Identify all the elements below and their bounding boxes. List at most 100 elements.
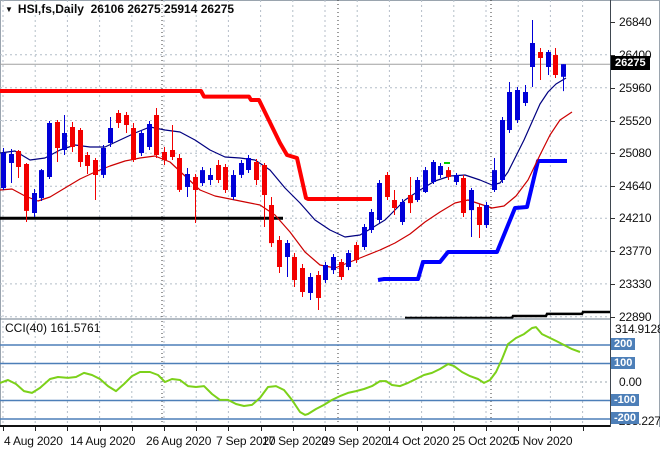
candle-body[interactable]: [538, 52, 543, 58]
candle-body[interactable]: [162, 152, 167, 160]
candle-body[interactable]: [246, 158, 251, 170]
candle-body[interactable]: [262, 165, 267, 195]
current-price-badge: 26275: [611, 56, 650, 70]
candle-body[interactable]: [392, 200, 397, 208]
candle-body[interactable]: [346, 253, 351, 267]
candle-body[interactable]: [177, 158, 182, 190]
candle-body[interactable]: [446, 170, 451, 177]
candle-body[interactable]: [139, 133, 144, 153]
candle-body[interactable]: [323, 265, 328, 280]
candle-body[interactable]: [484, 205, 489, 225]
candle-body[interactable]: [277, 240, 282, 267]
candle-body[interactable]: [400, 202, 405, 222]
blue-step-support-line[interactable]: [377, 159, 567, 282]
candle-body[interactable]: [431, 162, 436, 182]
candle-body[interactable]: [170, 150, 175, 157]
time-axis-tick: [389, 427, 390, 431]
cci-chart-canvas[interactable]: [0, 320, 610, 427]
candle-body[interactable]: [454, 175, 459, 182]
black-support-line-2[interactable]: [405, 310, 610, 320]
candle-body[interactable]: [377, 183, 382, 220]
candle-body[interactable]: [239, 163, 244, 175]
price-axis-tick: [610, 88, 615, 89]
time-axis-label: 26 Aug 2020: [146, 434, 212, 448]
candle-body[interactable]: [93, 160, 98, 175]
candle-body[interactable]: [308, 277, 313, 293]
candle-body[interactable]: [269, 205, 274, 244]
candle-body[interactable]: [362, 227, 367, 247]
candle-body[interactable]: [331, 257, 336, 271]
candle-body[interactable]: [24, 164, 29, 211]
candle-body[interactable]: [339, 262, 344, 277]
price-axis-tick: [610, 284, 615, 285]
candle-body[interactable]: [85, 155, 90, 166]
candle-body[interactable]: [208, 175, 213, 180]
time-axis-tick: [100, 427, 101, 431]
candle-body[interactable]: [101, 148, 106, 175]
candle-body[interactable]: [193, 177, 198, 190]
candle-body[interactable]: [523, 92, 528, 103]
candle-body[interactable]: [216, 165, 221, 180]
candle-body[interactable]: [185, 174, 190, 187]
candle-body[interactable]: [223, 167, 228, 190]
candle-body[interactable]: [507, 92, 512, 130]
candle-body[interactable]: [354, 245, 359, 260]
symbol-dropdown-icon[interactable]: ▼: [5, 5, 13, 14]
candle-body[interactable]: [1, 153, 6, 189]
time-axis[interactable]: 4 Aug 2020 14 Aug 2020 26 Aug 2020 7 Sep 20…: [0, 427, 660, 450]
price-axis-label: 24210: [619, 211, 652, 225]
candle-body[interactable]: [62, 133, 67, 150]
candle-body[interactable]: [108, 128, 113, 143]
candle-body[interactable]: [316, 275, 321, 298]
candle-body[interactable]: [553, 55, 558, 75]
time-axis-label: 5 Nov 2020: [513, 434, 573, 448]
candle-body[interactable]: [154, 115, 159, 155]
candle-body[interactable]: [16, 151, 21, 167]
candle-body[interactable]: [200, 170, 205, 184]
candle-body[interactable]: [500, 120, 505, 180]
candle-body[interactable]: [300, 268, 305, 292]
candle-body[interactable]: [515, 90, 520, 120]
price-axis[interactable]: 26840 26400 25960 25520 25080 24640 24210 23770…: [610, 0, 660, 450]
candle-body[interactable]: [477, 207, 482, 225]
candle-body[interactable]: [9, 154, 14, 163]
chart-window: ▼ HSI,fs,Daily 26106 26275 25914 26275 CC…: [0, 0, 660, 450]
candle-body[interactable]: [231, 175, 236, 197]
candle-body[interactable]: [55, 122, 60, 148]
cci-line[interactable]: [0, 326, 581, 416]
candle-body[interactable]: [39, 170, 44, 199]
candle-body[interactable]: [369, 212, 374, 230]
price-panel[interactable]: [0, 0, 610, 320]
time-axis-tick: [583, 427, 584, 431]
candle-body[interactable]: [116, 113, 121, 123]
candle-body[interactable]: [292, 257, 297, 280]
candle-body[interactable]: [530, 43, 535, 67]
candle-body[interactable]: [78, 130, 83, 162]
candle-body[interactable]: [469, 190, 474, 211]
cci-panel[interactable]: [0, 320, 610, 427]
price-axis-tick: [610, 121, 615, 122]
candle-body[interactable]: [70, 127, 75, 147]
candle-body[interactable]: [546, 52, 551, 67]
candle-body[interactable]: [47, 123, 52, 177]
candle-body[interactable]: [147, 124, 152, 147]
candle-body[interactable]: [561, 64, 566, 77]
candle-body[interactable]: [124, 115, 129, 125]
cci-level-badge: 200: [611, 338, 636, 350]
candle-body[interactable]: [254, 162, 259, 180]
candle-body[interactable]: [385, 175, 390, 197]
candle-body[interactable]: [461, 178, 466, 213]
candle-body[interactable]: [32, 193, 37, 213]
candle-body[interactable]: [408, 195, 413, 204]
candle-body[interactable]: [131, 128, 136, 160]
candle-body[interactable]: [438, 166, 443, 175]
candle-body[interactable]: [423, 170, 428, 192]
cci-level-badge: 100: [611, 357, 636, 369]
green-dash-marker[interactable]: [444, 162, 450, 164]
candle-body[interactable]: [415, 180, 420, 200]
candle-body[interactable]: [492, 170, 497, 190]
candle-body[interactable]: [285, 243, 290, 257]
price-chart-canvas[interactable]: [0, 0, 610, 320]
cci-axis-max-label: 314.9128: [615, 322, 660, 336]
time-axis-tick: [550, 427, 551, 431]
